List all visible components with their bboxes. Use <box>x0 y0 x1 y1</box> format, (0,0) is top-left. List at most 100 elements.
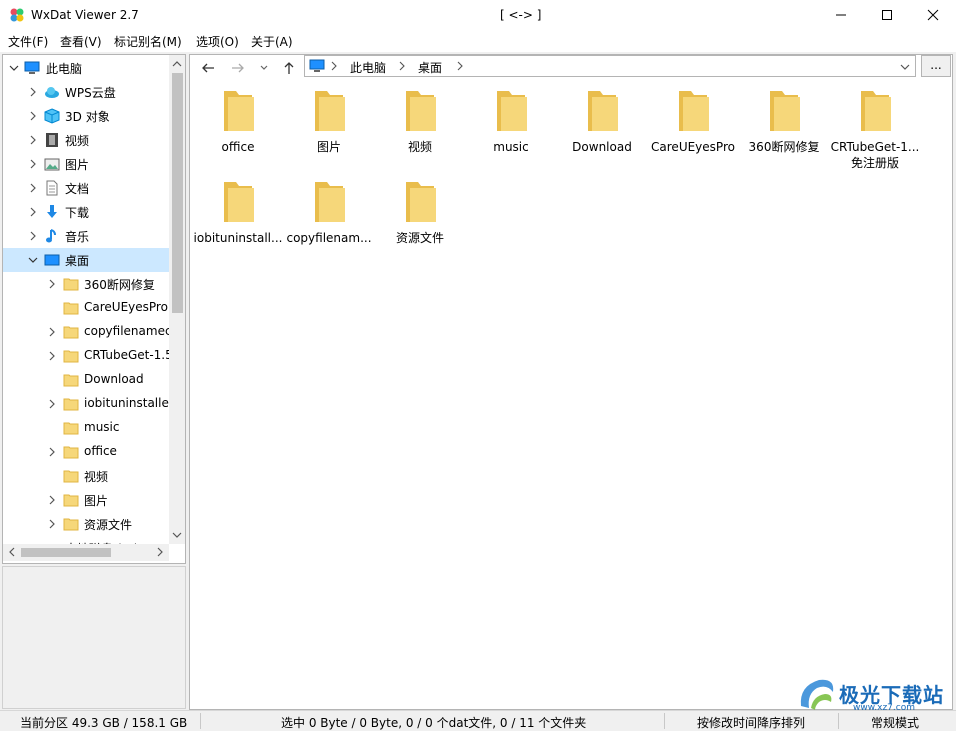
tree-item-label: CRTubeGet-1.5 <box>84 348 169 362</box>
folder-icon <box>315 91 345 131</box>
close-button[interactable] <box>910 0 956 30</box>
scrollbar-thumb[interactable] <box>21 548 111 557</box>
tree-horizontal-scrollbar[interactable] <box>3 544 169 561</box>
chevron-right-icon[interactable] <box>27 206 39 218</box>
folder-icon <box>588 91 618 131</box>
tree-item-folder[interactable]: office <box>3 440 169 464</box>
chevron-right-icon[interactable] <box>46 446 58 458</box>
file-item[interactable]: CareUEyesPro <box>647 89 739 179</box>
chevron-right-icon[interactable] <box>46 278 58 290</box>
up-button[interactable] <box>279 58 299 78</box>
tree-item-folder[interactable]: 图片 <box>3 488 169 512</box>
file-item[interactable]: 视频 <box>374 89 466 179</box>
tree-item-pictures[interactable]: 图片 <box>3 152 169 176</box>
chevron-right-icon[interactable] <box>46 494 58 506</box>
cloud-icon <box>45 87 59 98</box>
tree-item-desktop[interactable]: 桌面 <box>3 248 169 272</box>
tree-item-downloads[interactable]: 下载 <box>3 200 169 224</box>
tree-item-label: 桌面 <box>65 254 90 268</box>
tree-item-label: 360断网修复 <box>84 278 155 292</box>
minimize-icon <box>836 14 846 16</box>
chevron-right-icon[interactable] <box>27 110 39 122</box>
tree-item-folder[interactable]: music <box>3 416 169 440</box>
status-mode[interactable]: 常规模式 <box>871 714 919 731</box>
chevron-right-icon[interactable] <box>27 158 39 170</box>
folder-tree[interactable]: 此电脑 WPS云盘 3D 对象 视频 图片 文档 下载 音乐 桌面 360断网修… <box>2 54 186 564</box>
file-view[interactable]: 此电脑 桌面 ... office 图片 视频 music Download C… <box>189 54 953 710</box>
tree-item-3d-objects[interactable]: 3D 对象 <box>3 104 169 128</box>
tree-item-folder[interactable]: 资源文件 <box>3 512 169 536</box>
tree-item-wps-cloud[interactable]: WPS云盘 <box>3 80 169 104</box>
maximize-button[interactable] <box>864 0 910 30</box>
file-item[interactable]: iobituninstall... <box>192 180 284 270</box>
info-panel <box>2 566 186 709</box>
tree-item-label: copyfilenamec <box>84 324 169 338</box>
menu-view[interactable]: 查看(V) <box>60 33 102 50</box>
file-name-line-2: 免注册版 <box>850 156 899 170</box>
file-item[interactable]: music <box>465 89 557 179</box>
chevron-right-icon[interactable] <box>46 326 58 338</box>
tree-item-folder[interactable]: Download <box>3 368 169 392</box>
chevron-down-icon[interactable] <box>899 61 911 73</box>
chevron-right-icon[interactable] <box>46 398 58 410</box>
watermark-url: www.xz7.com <box>853 703 915 713</box>
breadcrumb-desktop[interactable]: 桌面 <box>418 59 442 76</box>
tree-item-documents[interactable]: 文档 <box>3 176 169 200</box>
menu-file[interactable]: 文件(F) <box>8 33 48 50</box>
chevron-right-icon[interactable] <box>329 60 339 72</box>
scrollbar-thumb[interactable] <box>172 73 183 313</box>
file-item[interactable]: 资源文件 <box>374 180 466 270</box>
breadcrumb-this-pc[interactable]: 此电脑 <box>350 59 386 76</box>
recent-locations-button[interactable] <box>254 58 274 78</box>
chevron-right-icon[interactable] <box>27 230 39 242</box>
forward-button[interactable] <box>228 58 248 78</box>
back-button[interactable] <box>198 58 218 78</box>
browse-button[interactable]: ... <box>921 55 951 77</box>
chevron-right-icon[interactable] <box>46 350 58 362</box>
tree-item-folder[interactable]: iobituninstaller <box>3 392 169 416</box>
file-name-line-1: CRTubeGet-1... <box>830 140 920 154</box>
tree-item-videos[interactable]: 视频 <box>3 128 169 152</box>
chevron-down-icon[interactable] <box>8 62 20 74</box>
file-item[interactable]: 图片 <box>283 89 375 179</box>
desktop-icon <box>44 254 60 266</box>
scroll-left-icon[interactable] <box>6 546 18 558</box>
arrow-left-icon <box>202 63 214 73</box>
chevron-right-icon[interactable] <box>27 134 39 146</box>
folder-icon <box>63 350 79 363</box>
chevron-right-icon[interactable] <box>397 60 407 72</box>
tree-item-label: Download <box>84 372 144 386</box>
scroll-right-icon[interactable] <box>154 546 166 558</box>
minimize-button[interactable] <box>818 0 864 30</box>
folder-icon <box>63 494 79 507</box>
file-item[interactable]: office <box>192 89 284 179</box>
file-item[interactable]: Download <box>556 89 648 179</box>
chevron-right-icon[interactable] <box>455 60 465 72</box>
chevron-right-icon[interactable] <box>27 86 39 98</box>
address-bar[interactable]: 此电脑 桌面 <box>304 55 916 77</box>
status-sort[interactable]: 按修改时间降序排列 <box>697 714 805 731</box>
chevron-down-icon[interactable] <box>27 254 39 266</box>
chevron-right-icon[interactable] <box>27 182 39 194</box>
tree-item-folder[interactable]: CareUEyesPro <box>3 296 169 320</box>
menu-about[interactable]: 关于(A) <box>251 33 293 50</box>
tree-item-folder[interactable]: copyfilenamec <box>3 320 169 344</box>
menu-options[interactable]: 选项(O) <box>196 33 239 50</box>
folder-icon <box>63 326 79 339</box>
tree-item-folder[interactable]: CRTubeGet-1.5 <box>3 344 169 368</box>
tree-item-folder[interactable]: 视频 <box>3 464 169 488</box>
tree-item-folder[interactable]: 360断网修复 <box>3 272 169 296</box>
chevron-right-icon[interactable] <box>46 518 58 530</box>
scroll-down-icon[interactable] <box>171 529 183 541</box>
tree-vertical-scrollbar[interactable] <box>169 55 185 544</box>
scroll-up-icon[interactable] <box>171 58 183 70</box>
file-item[interactable]: 360断网修复 <box>738 89 830 179</box>
menu-bookmark-alias[interactable]: 标记别名(M) <box>114 33 182 50</box>
tree-item-music[interactable]: 音乐 <box>3 224 169 248</box>
status-partition: 当前分区 49.3 GB / 158.1 GB <box>20 716 188 730</box>
tree-item-label: 视频 <box>65 134 90 148</box>
file-item[interactable]: copyfilenam... <box>283 180 375 270</box>
tree-item-this-pc[interactable]: 此电脑 <box>3 56 169 80</box>
folder-icon <box>224 91 254 131</box>
file-item[interactable]: CRTubeGet-1... 免注册版 <box>829 89 921 179</box>
